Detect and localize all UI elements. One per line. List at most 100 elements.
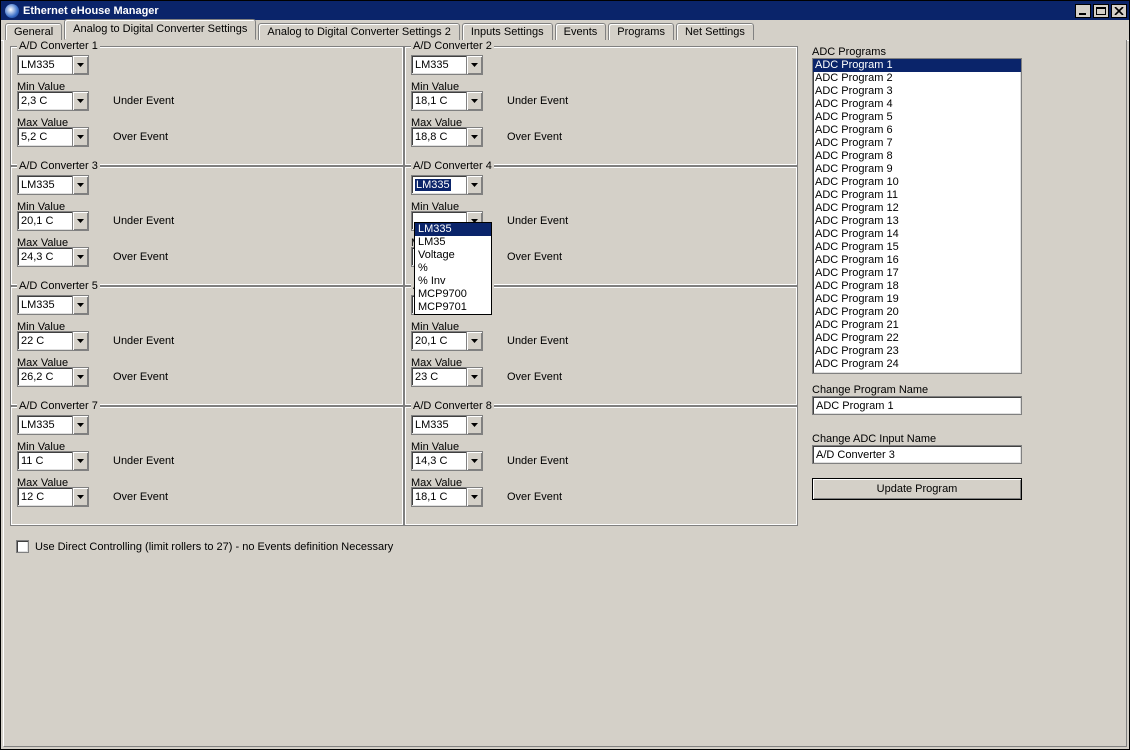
update-program-button[interactable]: Update Program [812, 478, 1022, 500]
dropdown-option[interactable]: % Inv [415, 275, 491, 288]
converter-8-min-combo[interactable]: 14,3 C [411, 451, 483, 471]
over-event-label: Over Event [507, 251, 562, 263]
list-item[interactable]: ADC Program 1 [813, 59, 1021, 72]
list-item[interactable]: ADC Program 23 [813, 345, 1021, 358]
tab-programs[interactable]: Programs [608, 23, 674, 41]
window-title: Ethernet eHouse Manager [23, 5, 159, 17]
converter-3-min-combo[interactable]: 20,1 C [17, 211, 89, 231]
list-item[interactable]: ADC Program 22 [813, 332, 1021, 345]
converter-2-min-combo-value: 18,1 C [415, 95, 447, 107]
dropdown-option[interactable]: LM35 [415, 236, 491, 249]
list-item[interactable]: ADC Program 9 [813, 163, 1021, 176]
converter-3-max-combo[interactable]: 24,3 C [17, 247, 89, 267]
converter-2-min-combo[interactable]: 18,1 C [411, 91, 483, 111]
tab-inputs-settings[interactable]: Inputs Settings [462, 23, 553, 41]
converter-8-title: A/D Converter 8 [411, 400, 494, 412]
converter-5-group: A/D Converter 5LM335Min Value22 CUnder E… [10, 286, 404, 406]
list-item[interactable]: ADC Program 18 [813, 280, 1021, 293]
list-item[interactable]: ADC Program 24 [813, 358, 1021, 371]
tab-general[interactable]: General [5, 23, 62, 41]
converter-8-type-combo[interactable]: LM335 [411, 415, 483, 435]
converter-1-type-combo[interactable]: LM335 [17, 55, 89, 75]
converter-7-type-combo[interactable]: LM335 [17, 415, 89, 435]
dropdown-option[interactable]: Voltage [415, 249, 491, 262]
converter-1-min-combo[interactable]: 2,3 C [17, 91, 89, 111]
chevron-down-icon [466, 128, 482, 146]
converter-2-type-combo[interactable]: LM335 [411, 55, 483, 75]
converter-5-type-combo[interactable]: LM335 [17, 295, 89, 315]
converter-8-max-combo-value: 18,1 C [415, 491, 447, 503]
maximize-button[interactable] [1093, 4, 1109, 18]
converter-5-max-combo[interactable]: 26,2 C [17, 367, 89, 387]
list-item[interactable]: ADC Program 17 [813, 267, 1021, 280]
chevron-down-icon [466, 56, 482, 74]
converter-3-type-combo-value: LM335 [21, 179, 55, 191]
adc-input-name-input[interactable] [812, 445, 1022, 464]
dropdown-option[interactable]: MCP9701 [415, 301, 491, 314]
converter-4-type-combo-value: LM335 [415, 179, 451, 191]
change-adc-input-name-label: Change ADC Input Name [812, 433, 1114, 445]
adc-programs-label: ADC Programs [812, 46, 1114, 58]
close-button[interactable] [1111, 4, 1127, 18]
chevron-down-icon [466, 332, 482, 350]
list-item[interactable]: ADC Program 21 [813, 319, 1021, 332]
converter-7-min-combo[interactable]: 11 C [17, 451, 89, 471]
converter-5-type-combo-value: LM335 [21, 299, 55, 311]
tab-analog-to-digital-converter-settings-2[interactable]: Analog to Digital Converter Settings 2 [258, 23, 459, 41]
converter-5-title: A/D Converter 5 [17, 280, 100, 292]
converter-1-title: A/D Converter 1 [17, 40, 100, 52]
list-item[interactable]: ADC Program 3 [813, 85, 1021, 98]
list-item[interactable]: ADC Program 19 [813, 293, 1021, 306]
app-window: Ethernet eHouse Manager GeneralAnalog to… [0, 0, 1130, 750]
list-item[interactable]: ADC Program 10 [813, 176, 1021, 189]
list-item[interactable]: ADC Program 12 [813, 202, 1021, 215]
converter-8-min-combo-value: 14,3 C [415, 455, 447, 467]
tab-events[interactable]: Events [555, 23, 607, 41]
client-area: GeneralAnalog to Digital Converter Setti… [1, 20, 1129, 749]
list-item[interactable]: ADC Program 11 [813, 189, 1021, 202]
converter-7-title: A/D Converter 7 [17, 400, 100, 412]
list-item[interactable]: ADC Program 6 [813, 124, 1021, 137]
tab-net-settings[interactable]: Net Settings [676, 23, 754, 41]
converter-2-type-combo-value: LM335 [415, 59, 449, 71]
list-item[interactable]: ADC Program 2 [813, 72, 1021, 85]
minimize-button[interactable] [1075, 4, 1091, 18]
under-event-label: Under Event [113, 95, 174, 107]
list-item[interactable]: ADC Program 20 [813, 306, 1021, 319]
under-event-label: Under Event [507, 455, 568, 467]
list-item[interactable]: ADC Program 15 [813, 241, 1021, 254]
list-item[interactable]: ADC Program 14 [813, 228, 1021, 241]
chevron-down-icon [72, 176, 88, 194]
converter-5-min-combo[interactable]: 22 C [17, 331, 89, 351]
list-item[interactable]: ADC Program 16 [813, 254, 1021, 267]
converter-1-max-combo[interactable]: 5,2 C [17, 127, 89, 147]
converter-6-min-combo[interactable]: 20,1 C [411, 331, 483, 351]
converter-2-max-combo[interactable]: 18,8 C [411, 127, 483, 147]
list-item[interactable]: ADC Program 4 [813, 98, 1021, 111]
converter-8-max-combo[interactable]: 18,1 C [411, 487, 483, 507]
converter-6-max-combo-value: 23 C [415, 371, 438, 383]
sensor-type-dropdown-popup[interactable]: LM335LM35Voltage%% InvMCP9700MCP9701 [414, 222, 492, 315]
over-event-label: Over Event [507, 131, 562, 143]
list-item[interactable]: ADC Program 13 [813, 215, 1021, 228]
dropdown-option[interactable]: LM335 [415, 223, 491, 236]
converter-6-max-combo[interactable]: 23 C [411, 367, 483, 387]
converter-1-group: A/D Converter 1LM335Min Value2,3 CUnder … [10, 46, 404, 166]
converter-3-max-combo-value: 24,3 C [21, 251, 53, 263]
adc-programs-listbox[interactable]: ADC Program 1ADC Program 2ADC Program 3A… [812, 58, 1022, 374]
converter-3-type-combo[interactable]: LM335 [17, 175, 89, 195]
chevron-down-icon [72, 212, 88, 230]
list-item[interactable]: ADC Program 8 [813, 150, 1021, 163]
list-item[interactable]: ADC Program 5 [813, 111, 1021, 124]
use-direct-checkbox[interactable] [16, 540, 29, 553]
under-event-label: Under Event [113, 215, 174, 227]
converter-4-title: A/D Converter 4 [411, 160, 494, 172]
converter-7-max-combo[interactable]: 12 C [17, 487, 89, 507]
program-name-input[interactable] [812, 396, 1022, 415]
list-item[interactable]: ADC Program 7 [813, 137, 1021, 150]
tab-analog-to-digital-converter-settings[interactable]: Analog to Digital Converter Settings [64, 19, 256, 40]
converter-4-type-combo[interactable]: LM335 [411, 175, 483, 195]
dropdown-option[interactable]: MCP9700 [415, 288, 491, 301]
use-direct-label: Use Direct Controlling (limit rollers to… [35, 541, 393, 553]
dropdown-option[interactable]: % [415, 262, 491, 275]
